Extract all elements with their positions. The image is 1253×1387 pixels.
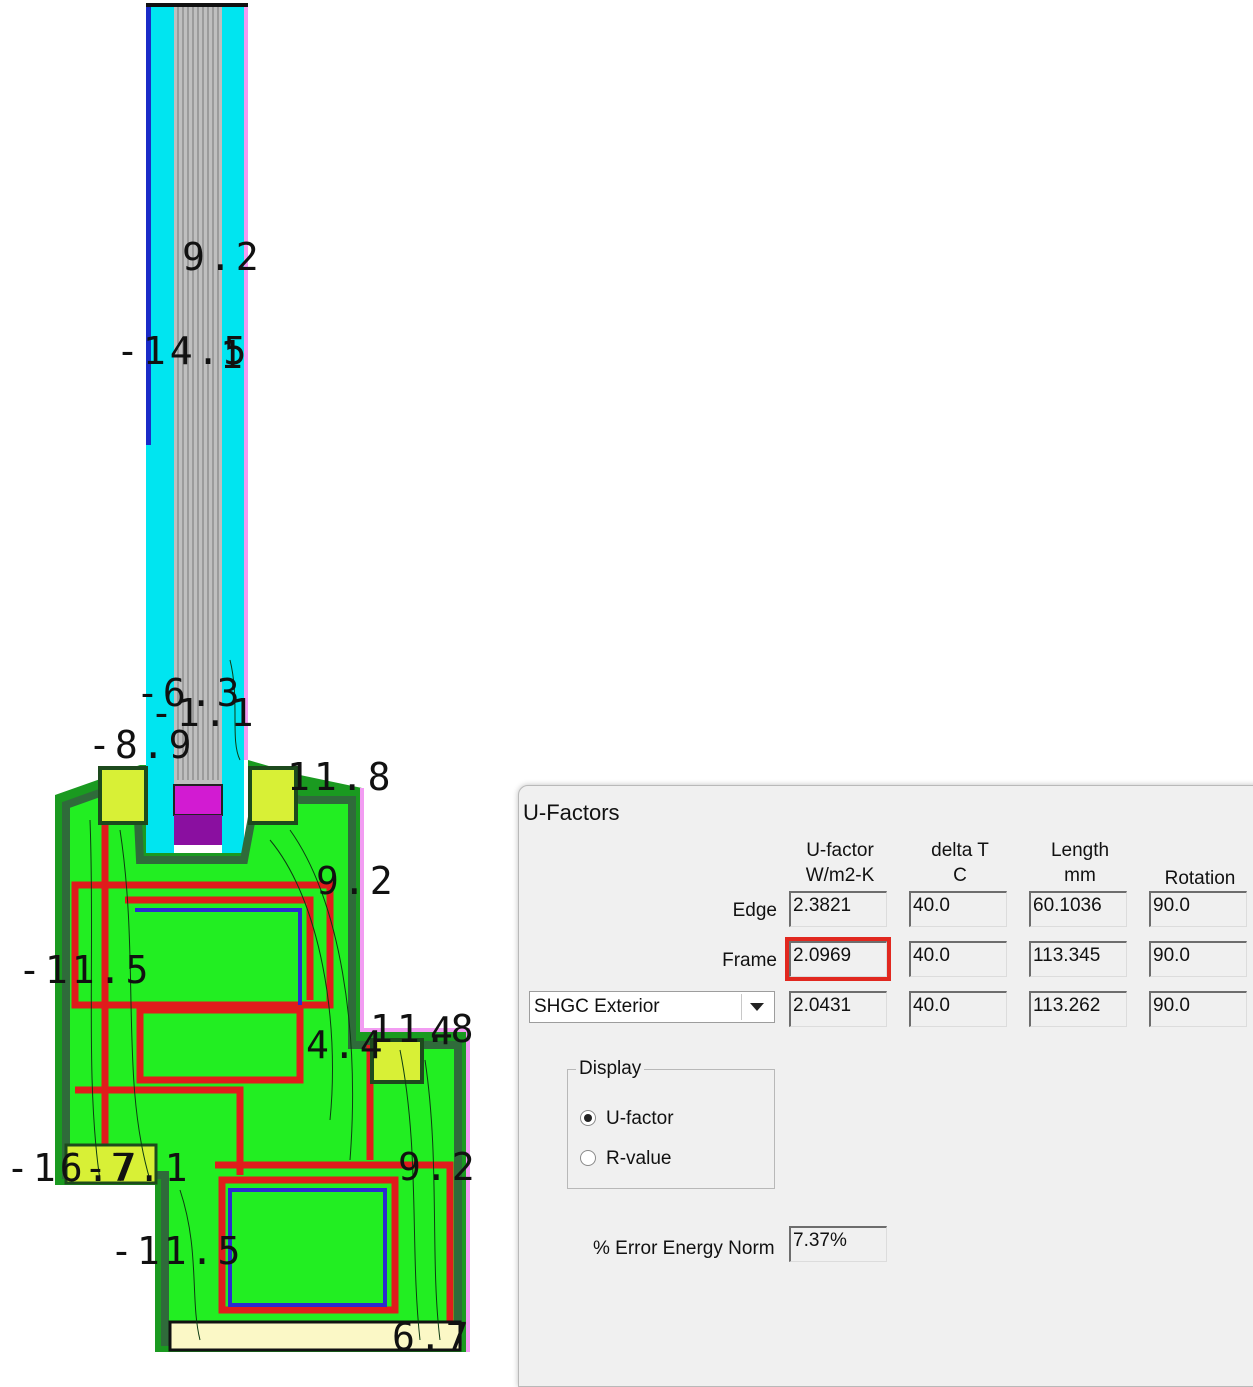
u-factors-dialog: U-Factors U-factor W/m2-K delta T C Leng… xyxy=(518,785,1253,1387)
dialog-title: U-Factors xyxy=(523,800,620,825)
radio-selected-icon[interactable] xyxy=(580,1110,596,1126)
column-header-ufactor-line2: W/m2-K xyxy=(805,865,875,886)
contour-label: 6.7 xyxy=(392,1315,473,1359)
column-header-length: Length mm xyxy=(1025,838,1135,888)
edge-rotation-field[interactable]: 90.0 xyxy=(1149,891,1247,927)
shgc-deltaT-field[interactable]: 40.0 xyxy=(909,991,1007,1027)
row-label-edge: Edge xyxy=(732,900,777,921)
error-energy-norm-field: 7.37% xyxy=(789,1226,887,1262)
shgc-select[interactable]: SHGC Exterior xyxy=(529,991,775,1023)
contour-label: 9.2 xyxy=(316,859,397,903)
sealant xyxy=(174,815,222,845)
radio-rvalue-label: R-value xyxy=(606,1148,672,1169)
radio-ufactor-label: U-factor xyxy=(606,1108,674,1129)
row-label-frame: Frame xyxy=(722,950,777,971)
display-legend: Display xyxy=(576,1058,645,1080)
radio-rvalue[interactable]: R-value xyxy=(580,1148,672,1170)
spacer xyxy=(173,784,223,816)
radio-unselected-icon[interactable] xyxy=(580,1150,596,1166)
contour-label: -11.5 xyxy=(110,1229,244,1273)
column-header-length-line1: Length xyxy=(1050,840,1110,861)
column-header-ufactor: U-factor W/m2-K xyxy=(785,838,895,888)
contour-label: 11.8 xyxy=(287,755,395,799)
contour-label: -11.5 xyxy=(18,948,152,992)
outer-glass-edge xyxy=(146,5,151,445)
contour-label: 9.2 xyxy=(398,1145,479,1189)
shgc-rotation-field[interactable]: 90.0 xyxy=(1149,991,1247,1027)
contour-label: -7.1 xyxy=(84,1146,192,1190)
display-groupbox: Display U-factor R-value xyxy=(567,1058,775,1189)
frame-deltaT-field[interactable]: 40.0 xyxy=(909,941,1007,977)
edge-ufactor-field[interactable]: 2.3821 xyxy=(789,891,887,927)
edge-length-field[interactable]: 60.1036 xyxy=(1029,891,1127,927)
interior-film xyxy=(244,5,248,760)
contour-label: 4 xyxy=(430,1009,457,1053)
gasket-left xyxy=(98,766,148,825)
contour-label: 9.2 xyxy=(182,235,263,279)
edge-deltaT-field[interactable]: 40.0 xyxy=(909,891,1007,927)
frame-length-field[interactable]: 113.345 xyxy=(1029,941,1127,977)
contour-label: 11.8 xyxy=(370,1007,478,1051)
contour-label: 1 xyxy=(220,333,247,377)
column-header-deltaT-line2: C xyxy=(953,865,967,886)
column-header-rotation: Rotation xyxy=(1145,866,1253,891)
column-header-deltaT-line1: delta T xyxy=(931,840,989,861)
dropdown-arrow-icon[interactable] xyxy=(741,994,772,1020)
column-header-deltaT: delta T C xyxy=(905,838,1015,888)
column-header-length-line2: mm xyxy=(1064,865,1096,886)
frame-rotation-field[interactable]: 90.0 xyxy=(1149,941,1247,977)
shgc-ufactor-field[interactable]: 2.0431 xyxy=(789,991,887,1027)
radio-ufactor[interactable]: U-factor xyxy=(580,1108,674,1130)
column-header-rotation-line1: Rotation xyxy=(1164,868,1236,889)
shgc-length-field[interactable]: 113.262 xyxy=(1029,991,1127,1027)
frame-ufactor-field[interactable]: 2.0969 xyxy=(785,937,891,981)
error-energy-norm-label: % Error Energy Norm xyxy=(593,1238,775,1259)
contour-label: -8.9 xyxy=(88,723,196,767)
column-header-ufactor-line1: U-factor xyxy=(806,840,874,861)
shgc-select-value: SHGC Exterior xyxy=(534,996,660,1017)
